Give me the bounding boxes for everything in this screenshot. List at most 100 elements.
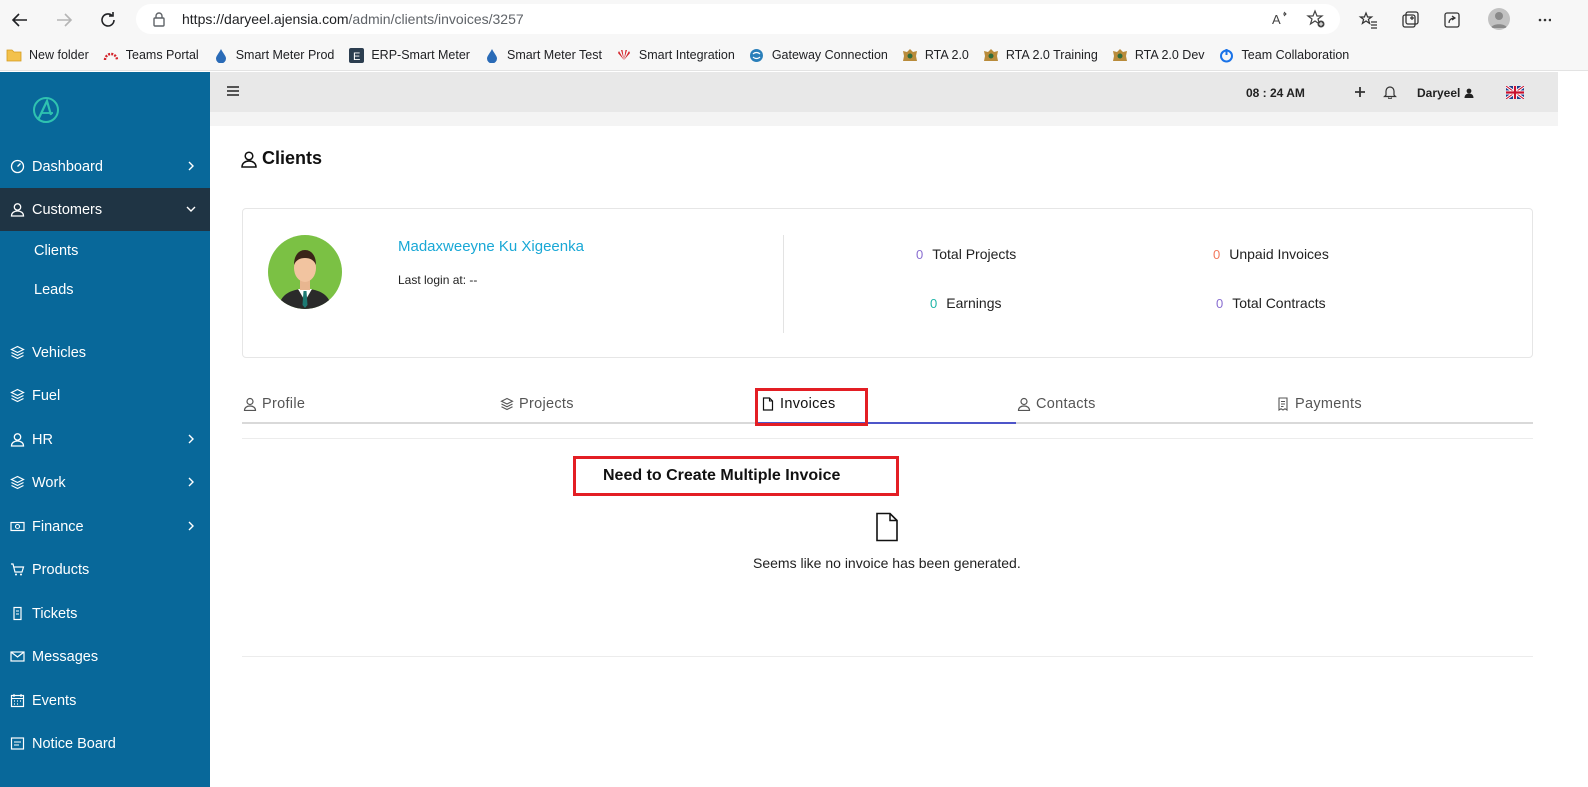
clock-display: 08 : 24 AM: [1246, 86, 1305, 100]
page-title: Clients: [240, 148, 322, 169]
folder-icon: [6, 47, 22, 63]
sidebar-item-events[interactable]: Events: [0, 679, 210, 722]
plus-icon: [1355, 87, 1365, 97]
tab-label: Payments: [1295, 396, 1362, 412]
tab-label: Contacts: [1036, 396, 1096, 412]
sidebar-item-work[interactable]: Work: [0, 461, 210, 504]
board-icon: [9, 736, 25, 752]
client-name-link[interactable]: Madaxweeyne Ku Xigeenka: [398, 238, 584, 255]
sidebar-item-label: Notice Board: [32, 735, 116, 752]
read-aloud-button[interactable]: A: [1270, 8, 1292, 30]
bookmark-rta-2-0-training[interactable]: RTA 2.0 Training: [983, 47, 1098, 63]
annotation-callout: Need to Create Multiple Invoice: [573, 456, 899, 496]
back-button[interactable]: [8, 8, 32, 32]
content-bottom-rule: [242, 656, 1533, 657]
star-plus-icon: [1306, 9, 1325, 28]
tab-label: Projects: [519, 396, 574, 412]
sidebar-item-label: Finance: [32, 518, 84, 535]
app-logo-icon[interactable]: [28, 92, 64, 128]
add-button[interactable]: [1352, 84, 1368, 100]
mail-icon: [9, 649, 25, 665]
bookmark-smart-meter-test[interactable]: Smart Meter Test: [484, 47, 602, 63]
sidebar-item-dashboard[interactable]: Dashboard: [0, 145, 210, 188]
gateway-icon: [749, 47, 765, 63]
favorites-button[interactable]: [1356, 8, 1380, 32]
sidebar-item-customers[interactable]: Customers: [0, 188, 210, 231]
content-header-strip: [210, 112, 1558, 126]
sidebar-item-tickets[interactable]: Tickets: [0, 592, 210, 635]
stat-value: 0: [1216, 295, 1224, 311]
empty-state-message: Seems like no invoice has been generated…: [753, 555, 1021, 571]
chevron-right-icon: [188, 477, 194, 487]
address-bar[interactable]: https://daryeel.ajensia.com/admin/client…: [136, 4, 1340, 34]
collections-icon: [1402, 11, 1419, 28]
browser-essentials-icon: [1444, 12, 1460, 28]
bookmark-gateway-connection[interactable]: Gateway Connection: [749, 47, 888, 63]
bookmark-rta-2-0[interactable]: RTA 2.0: [902, 47, 969, 63]
app-topbar: 08 : 24 AM Daryeel: [210, 72, 1558, 112]
tab-payments[interactable]: Payments: [1275, 396, 1362, 412]
user-icon: [241, 150, 257, 168]
layers-icon: [9, 388, 25, 404]
stat-value: 0: [916, 246, 924, 262]
profile-avatar-icon[interactable]: [1488, 8, 1510, 30]
bookmark-team-collaboration[interactable]: Team Collaboration: [1219, 47, 1349, 63]
bookmark-label: ERP-Smart Meter: [371, 48, 470, 62]
collections-button[interactable]: [1398, 8, 1422, 32]
refresh-button[interactable]: [96, 8, 120, 32]
sidebar-item-label: Customers: [32, 201, 103, 218]
bookmark-label: New folder: [29, 48, 89, 62]
power-icon: [1219, 47, 1235, 63]
sidebar-subitem-leads[interactable]: Leads: [0, 271, 210, 309]
sidebar-item-vehicles[interactable]: Vehicles: [0, 331, 210, 374]
hamburger-menu-icon[interactable]: [227, 86, 239, 96]
sidebar-item-label: Dashboard: [32, 158, 103, 175]
tab-contacts[interactable]: Contacts: [1016, 396, 1096, 412]
uk-flag-icon[interactable]: [1506, 86, 1524, 99]
stat-earnings: 0 Earnings: [930, 295, 1002, 311]
sidebar-item-products[interactable]: Products: [0, 548, 210, 591]
user-icon: [9, 202, 25, 218]
arrow-left-icon: [11, 13, 27, 27]
client-avatar: [268, 235, 342, 309]
sidebar-item-fuel[interactable]: Fuel: [0, 374, 210, 417]
sidebar-item-finance[interactable]: Finance: [0, 505, 210, 548]
notifications-button[interactable]: [1382, 84, 1398, 100]
file-icon: [876, 512, 898, 542]
browser-essentials-button[interactable]: [1440, 8, 1464, 32]
sidebar-item-label: Work: [32, 474, 66, 491]
more-menu-button[interactable]: [1532, 8, 1556, 32]
sidebar: Dashboard Customers Clients Leads Vehicl…: [0, 72, 210, 787]
url-host: daryeel.ajensia.com: [224, 11, 349, 27]
bookmark-label: Teams Portal: [125, 48, 199, 62]
stat-unpaid-invoices: 0 Unpaid Invoices: [1213, 246, 1329, 262]
chevron-down-icon: [186, 206, 196, 212]
sidebar-subitem-clients[interactable]: Clients: [0, 232, 210, 270]
bookmark-label: Gateway Connection: [771, 48, 888, 62]
tab-profile[interactable]: Profile: [242, 396, 305, 412]
bookmark-erp-smart-meter[interactable]: E ERP-Smart Meter: [348, 47, 470, 63]
bookmark-label: Smart Meter Test: [506, 48, 602, 62]
bookmark-rta-2-0-dev[interactable]: RTA 2.0 Dev: [1112, 47, 1205, 63]
user-icon: [242, 397, 257, 412]
forward-button[interactable]: [52, 8, 76, 32]
tab-label: Profile: [262, 396, 306, 412]
layers-icon: [499, 397, 514, 412]
bookmark-teams-portal[interactable]: Teams Portal: [103, 47, 199, 63]
svg-text:A: A: [1272, 12, 1281, 27]
bookmark-smart-meter-prod[interactable]: Smart Meter Prod: [213, 47, 335, 63]
url-text: https://daryeel.ajensia.com/admin/client…: [182, 11, 524, 27]
user-menu[interactable]: Daryeel: [1417, 86, 1474, 100]
bookmark-smart-integration[interactable]: Smart Integration: [616, 47, 735, 63]
sidebar-item-notice-board[interactable]: Notice Board: [0, 722, 210, 765]
sidebar-item-hr[interactable]: HR: [0, 418, 210, 461]
bookmark-new-folder[interactable]: New folder: [6, 47, 89, 63]
url-prefix: https://: [182, 11, 225, 27]
sidebar-item-messages[interactable]: Messages: [0, 635, 210, 678]
drop-icon: [484, 47, 500, 63]
tab-projects[interactable]: Projects: [499, 396, 574, 412]
sidebar-item-label: Vehicles: [32, 344, 87, 361]
bookmark-label: RTA 2.0 Dev: [1134, 48, 1205, 62]
bookmark-label: Smart Meter Prod: [235, 48, 335, 62]
add-favorite-button[interactable]: [1305, 8, 1327, 30]
